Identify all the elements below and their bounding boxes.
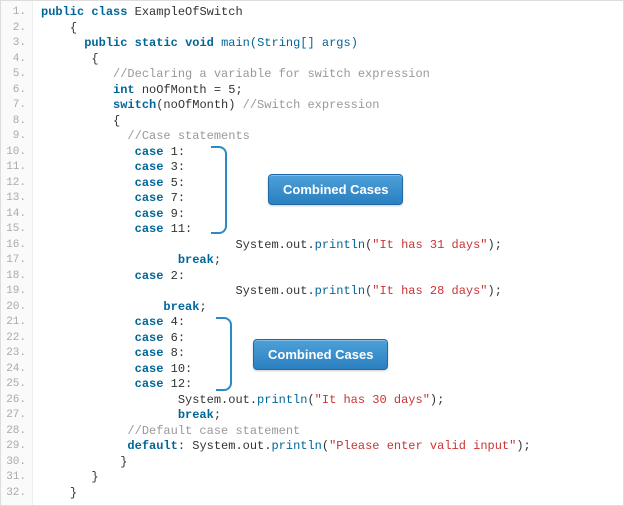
code-line: { <box>41 52 623 68</box>
line-number: 13. <box>5 191 26 207</box>
line-number: 11. <box>5 160 26 176</box>
line-number: 14. <box>5 207 26 223</box>
line-number: 8. <box>5 114 26 130</box>
line-number: 10. <box>5 145 26 161</box>
line-number: 29. <box>5 439 26 455</box>
code-line: { <box>41 114 623 130</box>
code-line: } <box>41 486 623 502</box>
code-line: default: System.out.println("Please ente… <box>41 439 623 455</box>
line-number: 4. <box>5 52 26 68</box>
brace-icon <box>211 146 227 234</box>
line-number: 16. <box>5 238 26 254</box>
line-gutter: 1. 2. 3. 4. 5. 6. 7. 8. 9. 10. 11. 12. 1… <box>1 1 33 505</box>
code-line: break; <box>41 408 623 424</box>
code-line: int noOfMonth = 5; <box>41 83 623 99</box>
code-line: //Declaring a variable for switch expres… <box>41 67 623 83</box>
line-number: 7. <box>5 98 26 114</box>
line-number: 17. <box>5 253 26 269</box>
code-line: //Default case statement <box>41 424 623 440</box>
annotation-badge: Combined Cases <box>253 339 388 370</box>
line-number: 3. <box>5 36 26 52</box>
line-number: 15. <box>5 222 26 238</box>
line-number: 5. <box>5 67 26 83</box>
code-line: //Case statements <box>41 129 623 145</box>
line-number: 25. <box>5 377 26 393</box>
code-editor: 1. 2. 3. 4. 5. 6. 7. 8. 9. 10. 11. 12. 1… <box>1 1 623 505</box>
code-line: System.out.println("It has 28 days"); <box>41 284 623 300</box>
code-line: case 1: <box>41 145 623 161</box>
annotation-badge: Combined Cases <box>268 174 403 205</box>
code-line: } <box>41 455 623 471</box>
code-line: case 9: <box>41 207 623 223</box>
line-number: 31. <box>5 470 26 486</box>
line-number: 26. <box>5 393 26 409</box>
code-line: { <box>41 21 623 37</box>
line-number: 20. <box>5 300 26 316</box>
code-line: public class ExampleOfSwitch <box>41 5 623 21</box>
line-number: 24. <box>5 362 26 378</box>
code-line: case 2: <box>41 269 623 285</box>
code-line: System.out.println("It has 30 days"); <box>41 393 623 409</box>
line-number: 1. <box>5 5 26 21</box>
code-line: case 11: <box>41 222 623 238</box>
line-number: 27. <box>5 408 26 424</box>
code-line: break; <box>41 253 623 269</box>
line-number: 32. <box>5 486 26 502</box>
code-line: switch(noOfMonth) //Switch expression <box>41 98 623 114</box>
code-line: case 4: <box>41 315 623 331</box>
code-line: System.out.println("It has 31 days"); <box>41 238 623 254</box>
line-number: 19. <box>5 284 26 300</box>
line-number: 18. <box>5 269 26 285</box>
line-number: 21. <box>5 315 26 331</box>
line-number: 30. <box>5 455 26 471</box>
code-line: case 12: <box>41 377 623 393</box>
line-number: 28. <box>5 424 26 440</box>
line-number: 22. <box>5 331 26 347</box>
code-line: public static void main(String[] args) <box>41 36 623 52</box>
line-number: 2. <box>5 21 26 37</box>
brace-icon <box>216 317 232 391</box>
line-number: 9. <box>5 129 26 145</box>
code-line: break; <box>41 300 623 316</box>
code-lines: public class ExampleOfSwitch { public st… <box>33 1 623 505</box>
line-number: 6. <box>5 83 26 99</box>
line-number: 12. <box>5 176 26 192</box>
code-line: } <box>41 470 623 486</box>
line-number: 23. <box>5 346 26 362</box>
